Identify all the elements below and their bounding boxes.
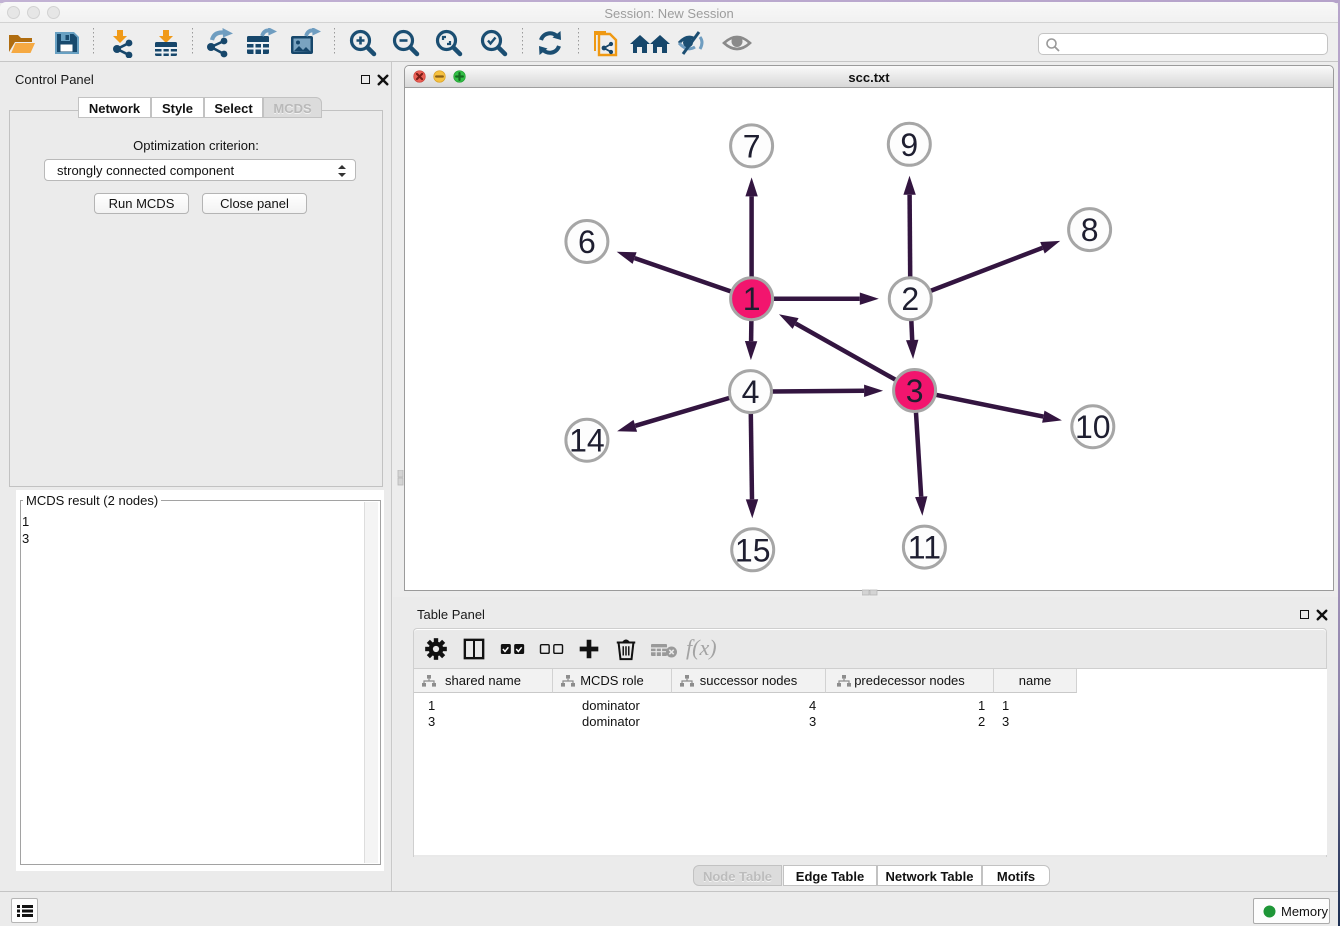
svg-text:14: 14 (569, 423, 605, 459)
svg-text:2: 2 (901, 281, 919, 317)
svg-text:8: 8 (1081, 212, 1099, 248)
svg-text:11: 11 (908, 530, 941, 566)
svg-text:4: 4 (742, 374, 760, 410)
svg-text:10: 10 (1075, 409, 1111, 445)
svg-text:15: 15 (735, 532, 771, 568)
svg-text:6: 6 (578, 224, 596, 260)
svg-text:3: 3 (906, 373, 924, 409)
svg-text:9: 9 (900, 127, 918, 163)
svg-text:1: 1 (743, 281, 761, 317)
svg-text:7: 7 (743, 128, 761, 164)
